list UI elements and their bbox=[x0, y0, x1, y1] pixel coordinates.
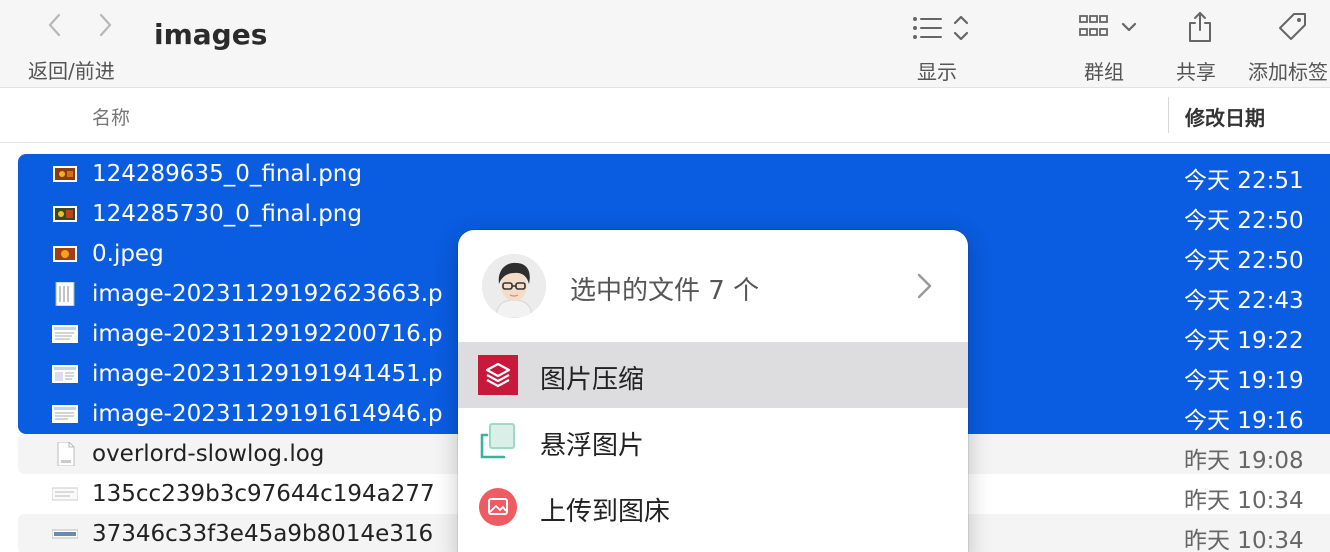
file-row[interactable]: 124289635_0_final.png 今天 22:51 bbox=[18, 154, 1330, 194]
file-date: 今天 22:43 bbox=[1184, 288, 1304, 314]
file-name: 124285730_0_final.png bbox=[92, 201, 362, 227]
back-button[interactable] bbox=[40, 10, 70, 40]
file-name: image-20231129192200716.p bbox=[92, 321, 443, 347]
file-date: 今天 19:19 bbox=[1184, 368, 1304, 394]
forward-button[interactable] bbox=[90, 10, 120, 40]
screenshot-thumb-icon bbox=[52, 405, 78, 423]
screenshot-thumb-icon bbox=[52, 325, 78, 343]
file-row[interactable]: 124285730_0_final.png 今天 22:50 bbox=[18, 194, 1330, 234]
file-date: 昨天 19:08 bbox=[1184, 448, 1304, 474]
nav-label: 返回/前进 bbox=[28, 59, 115, 83]
menu-item-compress-image[interactable]: 图片压缩 bbox=[458, 342, 968, 408]
window-title: images bbox=[154, 18, 268, 51]
share-button[interactable]: 共享 bbox=[1170, 6, 1230, 86]
tag-icon bbox=[1279, 13, 1306, 40]
file-name: 0.jpeg bbox=[92, 241, 164, 267]
chevron-left-icon bbox=[48, 13, 61, 37]
file-date: 今天 22:51 bbox=[1184, 168, 1304, 194]
file-name: image-20231129191614946.p bbox=[92, 401, 443, 427]
menu-item-float-image[interactable]: 悬浮图片 bbox=[458, 408, 968, 474]
chevron-right-icon bbox=[917, 273, 932, 299]
file-name: image-20231129192623663.p bbox=[92, 281, 443, 307]
menu-item-label: 悬浮图片 bbox=[540, 431, 645, 461]
file-date: 昨天 10:34 bbox=[1184, 528, 1304, 552]
float-image-icon bbox=[480, 423, 515, 459]
selection-popup-menu: 选中的文件 7 个 图片压缩 悬浮图片 上传到图床 bbox=[458, 230, 968, 552]
file-name: 37346c33f3e45a9b8014e316 bbox=[92, 521, 434, 547]
file-name: 124289635_0_final.png bbox=[92, 161, 362, 187]
popup-title: 选中的文件 7 个 bbox=[570, 276, 760, 306]
menu-item-label: 图片压缩 bbox=[540, 365, 645, 395]
list-view-icon bbox=[913, 15, 969, 41]
photo-thumb-icon bbox=[53, 246, 77, 262]
popup-header[interactable]: 选中的文件 7 个 bbox=[458, 230, 968, 342]
column-header: 名称 修改日期 bbox=[0, 89, 1330, 143]
finder-toolbar: 返回/前进 images 显示 群组 共享 添加标签 bbox=[0, 0, 1330, 88]
column-divider[interactable] bbox=[1168, 97, 1169, 133]
screenshot-thumb-icon bbox=[52, 529, 78, 539]
upload-image-icon bbox=[479, 488, 517, 526]
file-name: overlord-slowlog.log bbox=[92, 441, 325, 467]
menu-item-label: 上传到图床 bbox=[540, 497, 671, 527]
group-button[interactable]: 群组 bbox=[1072, 6, 1142, 86]
file-date: 今天 19:16 bbox=[1184, 408, 1304, 434]
file-name: 135cc239b3c97644c194a277 bbox=[92, 481, 435, 507]
share-icon bbox=[1189, 12, 1211, 42]
screenshot-thumb-icon bbox=[52, 365, 78, 383]
file-date: 今天 22:50 bbox=[1184, 208, 1304, 234]
document-thumb-icon bbox=[55, 282, 75, 306]
photo-thumb-icon bbox=[53, 206, 77, 222]
avatar bbox=[482, 254, 546, 318]
screenshot-thumb-icon bbox=[52, 487, 78, 501]
display-label: 显示 bbox=[917, 60, 957, 84]
user-avatar-icon bbox=[482, 254, 546, 318]
file-date: 今天 22:50 bbox=[1184, 248, 1304, 274]
photo-thumb-icon bbox=[53, 166, 77, 182]
menu-item-upload-image[interactable]: 上传到图床 bbox=[458, 474, 968, 540]
layers-compress-icon bbox=[478, 355, 518, 395]
chevron-right-icon bbox=[99, 13, 112, 37]
file-date: 昨天 10:34 bbox=[1184, 488, 1304, 514]
add-tag-button[interactable]: 添加标签 bbox=[1246, 6, 1330, 86]
share-label: 共享 bbox=[1176, 60, 1216, 84]
log-file-icon bbox=[57, 442, 75, 466]
grid-group-icon bbox=[1079, 15, 1137, 36]
display-button[interactable]: 显示 bbox=[905, 6, 975, 86]
column-name-header[interactable]: 名称 bbox=[92, 103, 130, 130]
file-name: image-20231129191941451.p bbox=[92, 361, 443, 387]
file-date: 今天 19:22 bbox=[1184, 328, 1304, 354]
group-label: 群组 bbox=[1084, 60, 1124, 84]
column-date-header[interactable]: 修改日期 bbox=[1185, 102, 1265, 131]
add-tag-label: 添加标签 bbox=[1248, 60, 1328, 84]
